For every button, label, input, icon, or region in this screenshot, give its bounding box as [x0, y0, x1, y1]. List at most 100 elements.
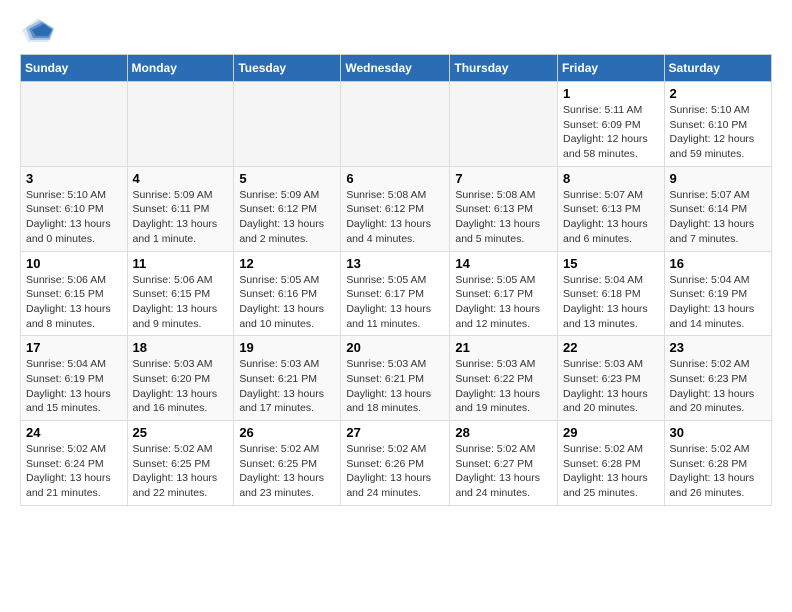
calendar-cell: 8 Sunrise: 5:07 AM Sunset: 6:13 PM Dayli…	[558, 166, 665, 251]
calendar-cell: 30 Sunrise: 5:02 AM Sunset: 6:28 PM Dayl…	[664, 421, 771, 506]
weekday-header-sunday: Sunday	[21, 55, 128, 82]
day-number: 5	[239, 171, 335, 186]
page-header	[20, 16, 772, 44]
day-number: 29	[563, 425, 659, 440]
day-info: Sunrise: 5:04 AM Sunset: 6:19 PM Dayligh…	[26, 357, 122, 416]
logo	[20, 16, 60, 44]
day-number: 7	[455, 171, 552, 186]
calendar-week-1: 1 Sunrise: 5:11 AM Sunset: 6:09 PM Dayli…	[21, 82, 772, 167]
calendar-cell: 2 Sunrise: 5:10 AM Sunset: 6:10 PM Dayli…	[664, 82, 771, 167]
day-info: Sunrise: 5:03 AM Sunset: 6:20 PM Dayligh…	[133, 357, 229, 416]
day-info: Sunrise: 5:05 AM Sunset: 6:16 PM Dayligh…	[239, 273, 335, 332]
calendar-cell: 17 Sunrise: 5:04 AM Sunset: 6:19 PM Dayl…	[21, 336, 128, 421]
calendar-cell: 19 Sunrise: 5:03 AM Sunset: 6:21 PM Dayl…	[234, 336, 341, 421]
day-info: Sunrise: 5:02 AM Sunset: 6:23 PM Dayligh…	[670, 357, 766, 416]
logo-icon	[20, 16, 56, 44]
day-info: Sunrise: 5:02 AM Sunset: 6:28 PM Dayligh…	[563, 442, 659, 501]
day-number: 10	[26, 256, 122, 271]
day-info: Sunrise: 5:11 AM Sunset: 6:09 PM Dayligh…	[563, 103, 659, 162]
day-info: Sunrise: 5:09 AM Sunset: 6:12 PM Dayligh…	[239, 188, 335, 247]
day-info: Sunrise: 5:03 AM Sunset: 6:23 PM Dayligh…	[563, 357, 659, 416]
day-number: 6	[346, 171, 444, 186]
calendar-cell: 16 Sunrise: 5:04 AM Sunset: 6:19 PM Dayl…	[664, 251, 771, 336]
calendar-cell: 5 Sunrise: 5:09 AM Sunset: 6:12 PM Dayli…	[234, 166, 341, 251]
day-info: Sunrise: 5:09 AM Sunset: 6:11 PM Dayligh…	[133, 188, 229, 247]
calendar-cell: 14 Sunrise: 5:05 AM Sunset: 6:17 PM Dayl…	[450, 251, 558, 336]
day-info: Sunrise: 5:03 AM Sunset: 6:22 PM Dayligh…	[455, 357, 552, 416]
day-number: 8	[563, 171, 659, 186]
day-number: 30	[670, 425, 766, 440]
day-info: Sunrise: 5:02 AM Sunset: 6:24 PM Dayligh…	[26, 442, 122, 501]
calendar-table: SundayMondayTuesdayWednesdayThursdayFrid…	[20, 54, 772, 506]
calendar-cell	[341, 82, 450, 167]
day-info: Sunrise: 5:03 AM Sunset: 6:21 PM Dayligh…	[239, 357, 335, 416]
calendar-cell: 7 Sunrise: 5:08 AM Sunset: 6:13 PM Dayli…	[450, 166, 558, 251]
weekday-header-wednesday: Wednesday	[341, 55, 450, 82]
calendar-cell	[450, 82, 558, 167]
weekday-header-saturday: Saturday	[664, 55, 771, 82]
calendar-cell: 20 Sunrise: 5:03 AM Sunset: 6:21 PM Dayl…	[341, 336, 450, 421]
day-number: 25	[133, 425, 229, 440]
calendar-cell: 6 Sunrise: 5:08 AM Sunset: 6:12 PM Dayli…	[341, 166, 450, 251]
day-info: Sunrise: 5:02 AM Sunset: 6:25 PM Dayligh…	[239, 442, 335, 501]
calendar-cell: 29 Sunrise: 5:02 AM Sunset: 6:28 PM Dayl…	[558, 421, 665, 506]
calendar-cell	[127, 82, 234, 167]
day-info: Sunrise: 5:02 AM Sunset: 6:28 PM Dayligh…	[670, 442, 766, 501]
day-number: 28	[455, 425, 552, 440]
calendar-cell: 3 Sunrise: 5:10 AM Sunset: 6:10 PM Dayli…	[21, 166, 128, 251]
day-info: Sunrise: 5:07 AM Sunset: 6:13 PM Dayligh…	[563, 188, 659, 247]
calendar-week-5: 24 Sunrise: 5:02 AM Sunset: 6:24 PM Dayl…	[21, 421, 772, 506]
weekday-header-thursday: Thursday	[450, 55, 558, 82]
day-info: Sunrise: 5:04 AM Sunset: 6:19 PM Dayligh…	[670, 273, 766, 332]
day-info: Sunrise: 5:08 AM Sunset: 6:12 PM Dayligh…	[346, 188, 444, 247]
calendar-week-2: 3 Sunrise: 5:10 AM Sunset: 6:10 PM Dayli…	[21, 166, 772, 251]
weekday-header-tuesday: Tuesday	[234, 55, 341, 82]
calendar-cell: 24 Sunrise: 5:02 AM Sunset: 6:24 PM Dayl…	[21, 421, 128, 506]
calendar-cell: 23 Sunrise: 5:02 AM Sunset: 6:23 PM Dayl…	[664, 336, 771, 421]
calendar-cell: 26 Sunrise: 5:02 AM Sunset: 6:25 PM Dayl…	[234, 421, 341, 506]
day-number: 23	[670, 340, 766, 355]
calendar-week-3: 10 Sunrise: 5:06 AM Sunset: 6:15 PM Dayl…	[21, 251, 772, 336]
day-number: 1	[563, 86, 659, 101]
day-info: Sunrise: 5:10 AM Sunset: 6:10 PM Dayligh…	[670, 103, 766, 162]
calendar-cell: 15 Sunrise: 5:04 AM Sunset: 6:18 PM Dayl…	[558, 251, 665, 336]
calendar-week-4: 17 Sunrise: 5:04 AM Sunset: 6:19 PM Dayl…	[21, 336, 772, 421]
day-number: 15	[563, 256, 659, 271]
day-number: 18	[133, 340, 229, 355]
calendar-cell: 28 Sunrise: 5:02 AM Sunset: 6:27 PM Dayl…	[450, 421, 558, 506]
day-info: Sunrise: 5:08 AM Sunset: 6:13 PM Dayligh…	[455, 188, 552, 247]
day-number: 13	[346, 256, 444, 271]
day-info: Sunrise: 5:06 AM Sunset: 6:15 PM Dayligh…	[26, 273, 122, 332]
day-number: 3	[26, 171, 122, 186]
day-number: 12	[239, 256, 335, 271]
day-number: 17	[26, 340, 122, 355]
calendar-cell	[21, 82, 128, 167]
day-info: Sunrise: 5:05 AM Sunset: 6:17 PM Dayligh…	[455, 273, 552, 332]
calendar-cell	[234, 82, 341, 167]
calendar-cell: 21 Sunrise: 5:03 AM Sunset: 6:22 PM Dayl…	[450, 336, 558, 421]
calendar-cell: 4 Sunrise: 5:09 AM Sunset: 6:11 PM Dayli…	[127, 166, 234, 251]
day-number: 19	[239, 340, 335, 355]
day-number: 9	[670, 171, 766, 186]
day-number: 24	[26, 425, 122, 440]
day-info: Sunrise: 5:04 AM Sunset: 6:18 PM Dayligh…	[563, 273, 659, 332]
day-number: 20	[346, 340, 444, 355]
calendar-cell: 13 Sunrise: 5:05 AM Sunset: 6:17 PM Dayl…	[341, 251, 450, 336]
day-number: 27	[346, 425, 444, 440]
day-info: Sunrise: 5:07 AM Sunset: 6:14 PM Dayligh…	[670, 188, 766, 247]
day-number: 4	[133, 171, 229, 186]
day-number: 22	[563, 340, 659, 355]
weekday-header-monday: Monday	[127, 55, 234, 82]
calendar-cell: 10 Sunrise: 5:06 AM Sunset: 6:15 PM Dayl…	[21, 251, 128, 336]
day-info: Sunrise: 5:02 AM Sunset: 6:27 PM Dayligh…	[455, 442, 552, 501]
day-number: 11	[133, 256, 229, 271]
day-info: Sunrise: 5:06 AM Sunset: 6:15 PM Dayligh…	[133, 273, 229, 332]
calendar-cell: 25 Sunrise: 5:02 AM Sunset: 6:25 PM Dayl…	[127, 421, 234, 506]
day-info: Sunrise: 5:02 AM Sunset: 6:25 PM Dayligh…	[133, 442, 229, 501]
day-number: 26	[239, 425, 335, 440]
calendar-cell: 1 Sunrise: 5:11 AM Sunset: 6:09 PM Dayli…	[558, 82, 665, 167]
day-info: Sunrise: 5:02 AM Sunset: 6:26 PM Dayligh…	[346, 442, 444, 501]
day-info: Sunrise: 5:05 AM Sunset: 6:17 PM Dayligh…	[346, 273, 444, 332]
calendar-cell: 27 Sunrise: 5:02 AM Sunset: 6:26 PM Dayl…	[341, 421, 450, 506]
calendar-cell: 9 Sunrise: 5:07 AM Sunset: 6:14 PM Dayli…	[664, 166, 771, 251]
